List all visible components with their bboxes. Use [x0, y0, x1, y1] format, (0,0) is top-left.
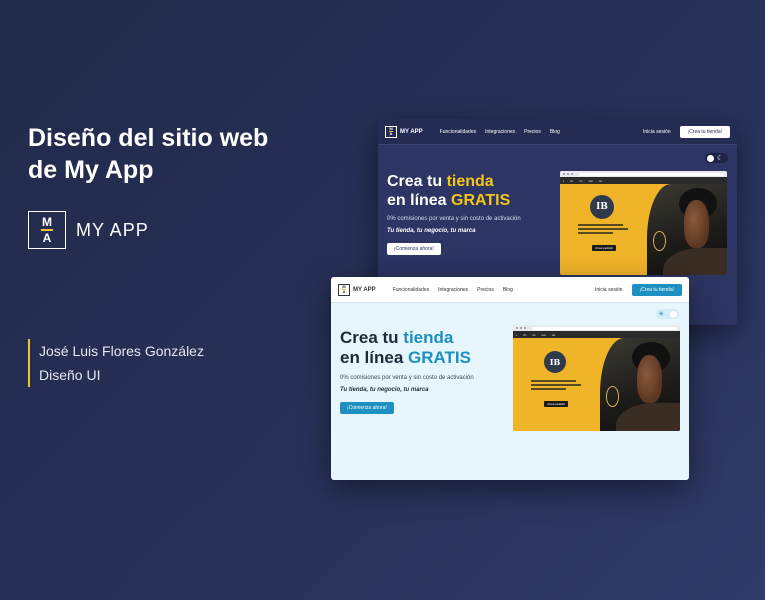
title-line-2: de My App: [28, 156, 154, 184]
hero-title: Crea tu tienda en línea GRATIS: [387, 172, 521, 210]
store-logo: IB: [590, 195, 614, 219]
toggle-knob: [670, 310, 677, 318]
mockup-navbar: M A MY APP Funcionalidades Integraciones…: [378, 119, 737, 145]
photo-earring: [653, 231, 667, 252]
photo-shoulder: [662, 247, 727, 275]
nav-link-integraciones[interactable]: Integraciones: [485, 129, 515, 135]
ma-logo-icon: M A: [28, 211, 66, 249]
title-line-1: Diseño del sitio web: [28, 124, 269, 152]
mockup-brand[interactable]: MY APP: [353, 287, 376, 293]
author-role: Diseño UI: [39, 367, 101, 383]
browser-url-bar: [532, 326, 677, 330]
store-description: [531, 380, 581, 390]
mockup-logo-a: A: [342, 289, 346, 294]
nav-link-funcionalidades[interactable]: Funcionalidades: [393, 287, 429, 293]
hero-text-1: Crea tu: [340, 328, 404, 347]
browser-dot: [516, 327, 518, 329]
logo-letter-a: A: [42, 231, 52, 245]
mockup-nav-links: Funcionalidades Integraciones Precios Bl…: [440, 129, 560, 135]
create-store-button[interactable]: ¡Crea tu tienda!: [631, 283, 682, 296]
photo-face: [683, 200, 710, 248]
browser-dot: [520, 327, 522, 329]
store-nav: ▪ ▪▪▪ ▪▪▪ ▪▪▪▪ ▪▪▪: [560, 177, 727, 184]
photo-earring: [606, 386, 620, 407]
store-nav: ▪ ▪▪▪ ▪▪▪ ▪▪▪▪ ▪▪▪: [513, 331, 680, 338]
logo-letter-m: M: [42, 215, 52, 229]
photo-face: [636, 354, 663, 404]
hero-title: Crea tu tienda en línea GRATIS: [340, 328, 474, 369]
store-description: [578, 224, 628, 234]
mockup-logo-a: A: [389, 131, 393, 136]
hero-section: Crea tu tienda en línea GRATIS 0% comisi…: [340, 328, 474, 414]
hero-tagline: Tu tienda, tu negocio, tu marca: [340, 386, 429, 393]
start-now-button[interactable]: ¡Comienza ahora!: [340, 401, 394, 414]
browser-dot: [563, 173, 565, 175]
browser-dot: [524, 327, 526, 329]
store-order-button: ¡Crea pedido!: [592, 245, 616, 251]
model-photo: [599, 338, 680, 431]
light-mode-mockup: M A MY APP Funcionalidades Integraciones…: [331, 277, 689, 480]
store-hero: IB ¡Crea pedido!: [560, 184, 727, 275]
nav-link-precios[interactable]: Precios: [477, 287, 494, 293]
store-order-button: ¡Crea pedido!: [544, 401, 568, 407]
hero-subtitle: 0% comisiones por venta y sin costo de a…: [387, 216, 521, 223]
theme-toggle[interactable]: ☾: [705, 153, 728, 163]
hero-text-2: en línea: [387, 192, 452, 210]
photo-shoulder: [615, 403, 680, 431]
mockup-logo-icon[interactable]: M A: [385, 125, 397, 138]
store-hero: IB ¡Crea pedido!: [513, 338, 680, 431]
hero-subtitle: 0% comisiones por venta y sin costo de a…: [340, 374, 474, 381]
nav-link-precios[interactable]: Precios: [524, 129, 541, 135]
nav-link-blog[interactable]: Blog: [503, 287, 513, 293]
browser-dot: [571, 173, 573, 175]
hero-highlight-1: tienda: [403, 328, 454, 347]
browser-dot: [567, 173, 569, 175]
browser-url-bar: [579, 172, 724, 176]
hero-highlight-1: tienda: [446, 173, 494, 190]
nav-link-integraciones[interactable]: Integraciones: [438, 287, 468, 293]
hero-highlight-2: GRATIS: [408, 348, 471, 368]
hero-highlight-2: GRATIS: [451, 192, 511, 210]
author-block: José Luis Flores González Diseño UI: [28, 339, 204, 387]
sun-icon: ☀: [658, 310, 665, 318]
create-store-button[interactable]: ¡Crea tu tienda!: [679, 125, 730, 138]
mockup-logo-icon[interactable]: M A: [338, 283, 350, 296]
nav-link-blog[interactable]: Blog: [550, 129, 560, 135]
login-link[interactable]: Inicia sesión: [643, 129, 671, 135]
brand-logo-block: M A MY APP: [28, 211, 149, 249]
moon-icon: ☾: [717, 154, 724, 162]
store-preview-image: ▪ ▪▪▪ ▪▪▪ ▪▪▪▪ ▪▪▪ IB ¡Crea pedido!: [560, 171, 727, 275]
toggle-knob: [707, 154, 714, 162]
nav-link-funcionalidades[interactable]: Funcionalidades: [440, 129, 476, 135]
hero-section: Crea tu tienda en línea GRATIS 0% comisi…: [387, 172, 521, 256]
model-photo: [646, 184, 727, 275]
login-link[interactable]: Inicia sesión: [595, 287, 623, 293]
page-title: Diseño del sitio web de My App: [28, 122, 318, 186]
mockup-brand[interactable]: MY APP: [400, 129, 423, 135]
mockup-nav-links: Funcionalidades Integraciones Precios Bl…: [393, 287, 513, 293]
theme-toggle[interactable]: ☀: [656, 309, 679, 319]
hero-text-1: Crea tu: [387, 173, 447, 190]
hero-text-2: en línea: [340, 348, 409, 368]
brand-name: MY APP: [76, 219, 149, 240]
store-logo: IB: [544, 351, 566, 373]
author-name: José Luis Flores González: [39, 343, 204, 359]
start-now-button[interactable]: ¡Comienza ahora!: [387, 243, 441, 256]
hero-tagline: Tu tienda, tu negocio, tu marca: [387, 228, 476, 235]
store-preview-image: ▪ ▪▪▪ ▪▪▪ ▪▪▪▪ ▪▪▪ IB ¡Crea pedido!: [513, 325, 680, 431]
mockup-navbar: M A MY APP Funcionalidades Integraciones…: [331, 277, 689, 303]
